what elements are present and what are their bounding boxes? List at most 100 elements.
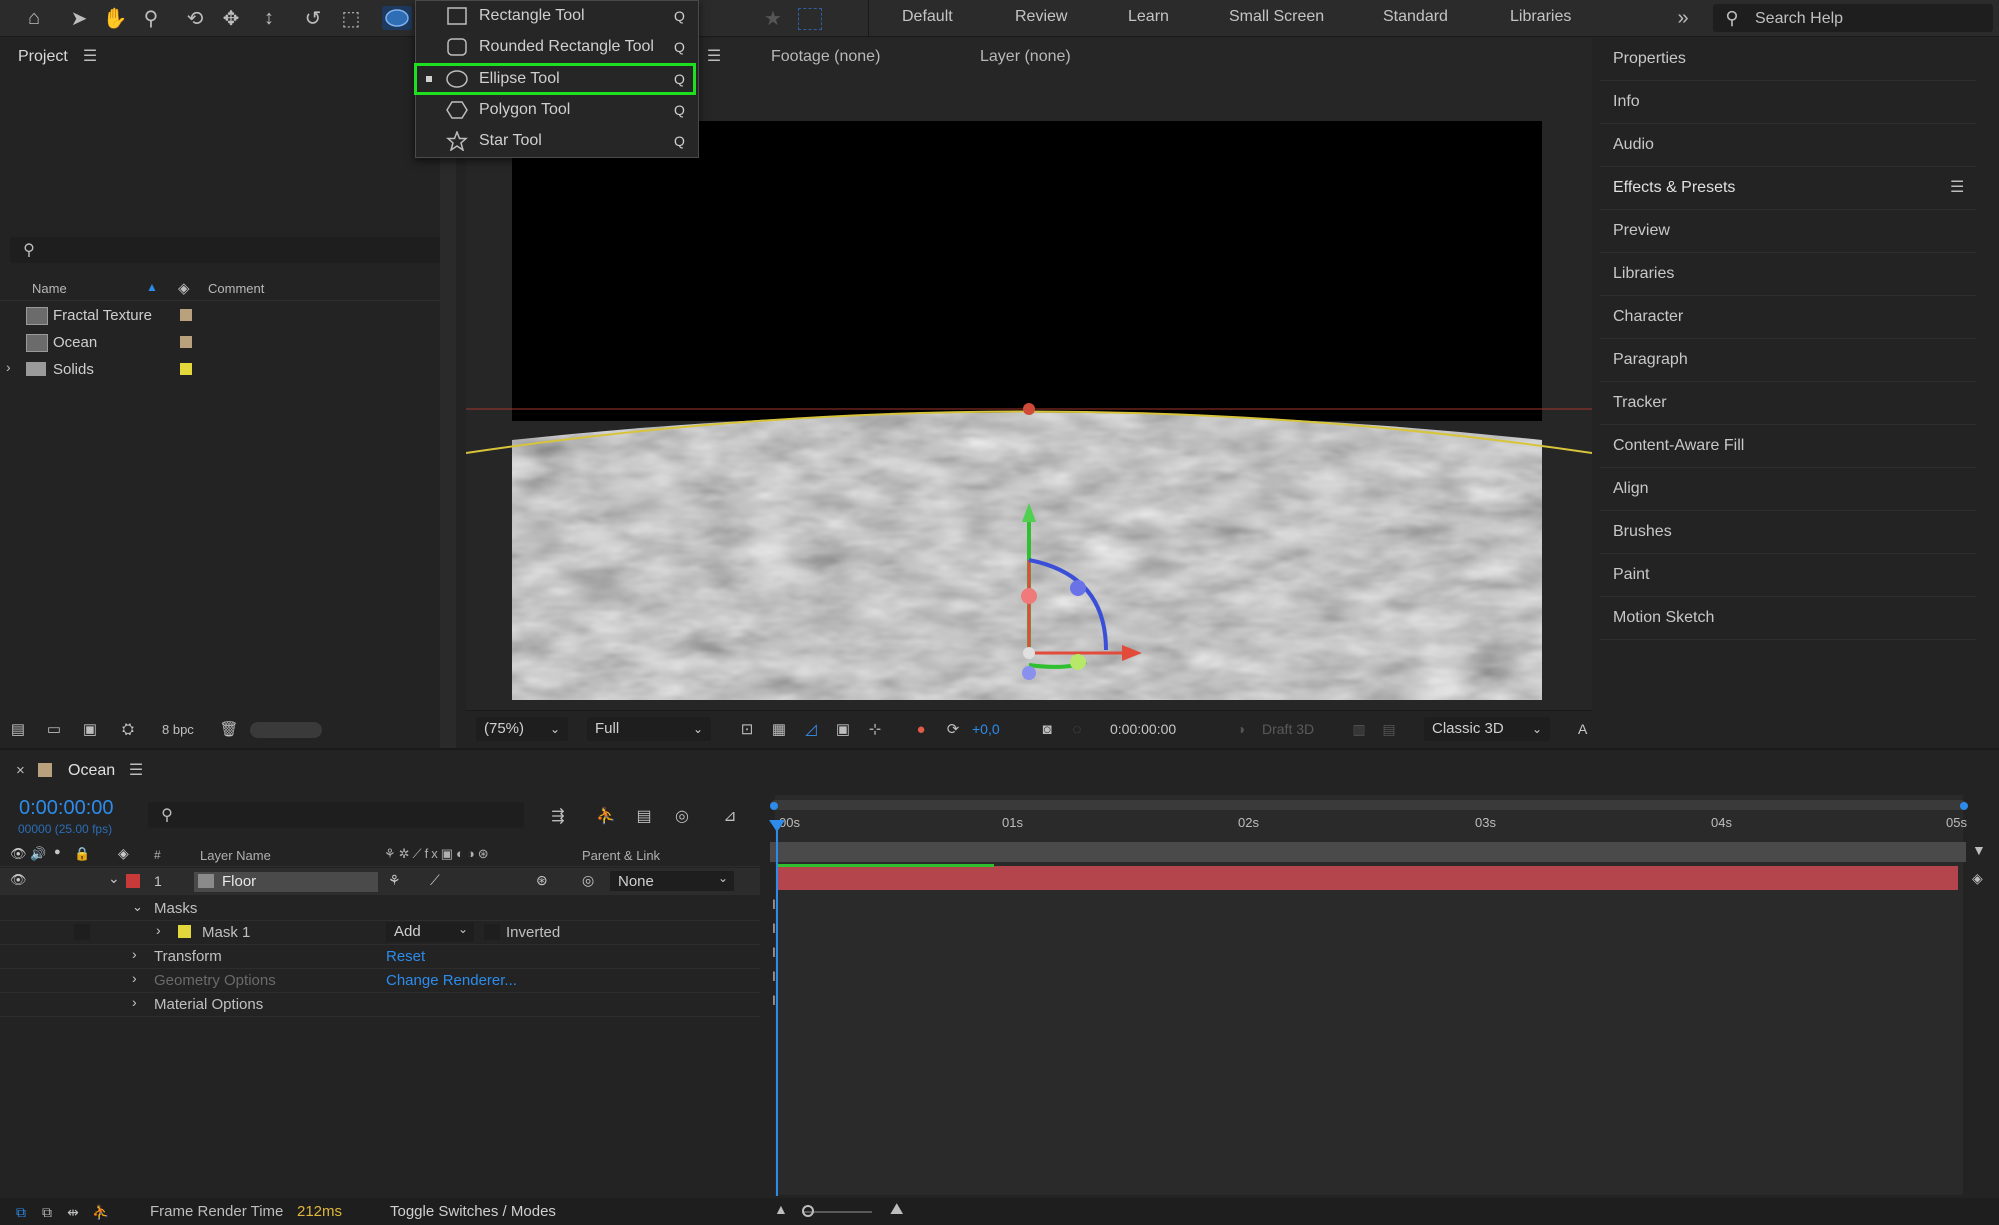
orbit-camera-icon[interactable]: ⟲ (182, 4, 208, 32)
panel-motion-sketch[interactable]: Motion Sketch (1600, 597, 1976, 640)
graph-editor-icon[interactable]: ⊿ (718, 804, 742, 828)
workspace-small-screen[interactable]: Small Screen (1229, 8, 1324, 26)
layer-tab[interactable]: Layer (none) (980, 48, 1071, 66)
zoom-tool-icon[interactable]: ⚲ (138, 4, 164, 32)
dolly-camera-icon[interactable]: ↕ (256, 4, 282, 32)
chevron-right-icon[interactable]: › (156, 922, 161, 938)
selection-tool-icon[interactable]: ➤ (66, 4, 92, 32)
timeline-search-input[interactable]: ⚲ (148, 802, 524, 828)
color-channels-icon[interactable]: ● (910, 718, 932, 740)
draft-3d-icon[interactable]: ◑ (1230, 718, 1252, 740)
snapping-icon[interactable] (798, 8, 822, 30)
pick-whip-icon[interactable]: ◎ (582, 872, 594, 889)
mask-lock-toggle[interactable] (74, 924, 90, 940)
chevron-down-icon[interactable]: ⌄ (132, 899, 143, 915)
switches-icons[interactable]: ⚘✲⟋fx▣◐◑⊛ (384, 846, 492, 862)
trash-icon[interactable]: 🗑 (218, 718, 240, 740)
layer-label-swatch[interactable] (126, 874, 140, 888)
label-tag-icon[interactable]: ◈ (118, 845, 129, 862)
panel-info[interactable]: Info (1600, 81, 1976, 124)
solo-icon[interactable]: ● (54, 846, 61, 858)
panel-properties[interactable]: Properties (1600, 38, 1976, 81)
chevron-down-icon[interactable]: ⌄ (108, 870, 120, 887)
resolution-dropdown[interactable]: Full ⌄ (587, 717, 711, 741)
mask-visibility-icon[interactable]: ◿ (800, 718, 822, 740)
layer-switches-icon[interactable]: ⧉ (10, 1201, 32, 1223)
work-area-end-handle[interactable] (1960, 802, 1968, 810)
work-area-range[interactable] (770, 842, 1966, 862)
panel-audio[interactable]: Audio (1600, 124, 1976, 167)
comp-marker-bin-icon[interactable]: ▼ (1972, 842, 1986, 858)
transform-row[interactable]: › Transform Reset (0, 944, 760, 969)
project-item-ocean[interactable]: Ocean (0, 329, 430, 355)
bit-depth-label[interactable]: 8 bpc (162, 722, 194, 737)
mask-1-name[interactable]: Mask 1 (202, 924, 250, 941)
panel-preview[interactable]: Preview (1600, 210, 1976, 253)
sort-ascending-icon[interactable]: ▲ (146, 280, 158, 294)
pan-camera-icon[interactable]: ✥ (218, 4, 244, 32)
menu-item-rounded-rectangle-tool[interactable]: Rounded Rectangle Tool Q (416, 32, 698, 63)
composition-flowchart-icon[interactable]: ⇶ (546, 804, 570, 828)
project-scrollbar[interactable] (440, 68, 456, 758)
panel-tracker[interactable]: Tracker (1600, 382, 1976, 425)
in-out-duration-icon[interactable]: ⇹ (62, 1201, 84, 1223)
toggle-switches-modes-button[interactable]: Toggle Switches / Modes (390, 1203, 556, 1220)
magnification-dropdown[interactable]: (75%) ⌄ (476, 717, 568, 741)
menu-item-polygon-tool[interactable]: Polygon Tool Q (416, 95, 698, 126)
shy-layers-icon[interactable]: ⛹ (594, 804, 618, 828)
work-area-start-handle[interactable] (770, 802, 778, 810)
panel-align[interactable]: Align (1600, 468, 1976, 511)
menu-item-rectangle-tool[interactable]: Rectangle Tool Q (416, 1, 698, 32)
chevron-right-icon[interactable]: › (6, 359, 11, 375)
fast-previews-icon[interactable]: ⊡ (736, 718, 758, 740)
column-name[interactable]: Name (32, 281, 67, 296)
interpret-footage-icon[interactable]: ▤ (6, 718, 30, 740)
mask-color-swatch[interactable] (178, 925, 191, 938)
zoom-in-icon[interactable]: ⛰ (890, 1201, 903, 1219)
mask-1-row[interactable]: › Mask 1 Add ⌄ Inverted (0, 920, 760, 945)
work-area-bar[interactable] (770, 800, 1966, 810)
more-workspaces-icon[interactable]: » (1670, 4, 1696, 32)
panel-content-aware-fill[interactable]: Content-Aware Fill (1600, 425, 1976, 468)
comp-button-icon[interactable]: ◈ (1972, 870, 1983, 887)
extended-viewer-icon[interactable]: ▥ (1348, 718, 1370, 740)
workspace-default[interactable]: Default (902, 8, 953, 26)
show-snapshot-icon[interactable]: ◌ (1066, 718, 1088, 740)
panel-menu-icon[interactable]: ☰ (704, 46, 724, 66)
masks-row[interactable]: ⌄ Masks (0, 896, 760, 921)
chevron-right-icon[interactable]: › (132, 994, 137, 1010)
menu-item-star-tool[interactable]: Star Tool Q (416, 126, 698, 157)
label-tag-icon[interactable]: ◈ (178, 279, 190, 297)
layer-visibility-icon[interactable]: 👁 (10, 872, 27, 888)
chevron-right-icon[interactable]: › (132, 970, 137, 986)
transparency-grid-icon[interactable]: ▦ (768, 718, 790, 740)
new-composition-icon[interactable]: ▣ (78, 718, 102, 740)
shy-switch-icon[interactable]: ⚘ (388, 872, 401, 889)
3d-layer-switch-icon[interactable]: ⊛ (536, 872, 548, 889)
search-help-field[interactable]: ⚲ Search Help (1713, 4, 1993, 32)
reset-exposure-icon[interactable]: ⟳ (942, 718, 964, 740)
workspace-libraries[interactable]: Libraries (1510, 8, 1571, 26)
workspace-review[interactable]: Review (1015, 8, 1067, 26)
composition-canvas[interactable] (512, 121, 1542, 421)
chevron-right-icon[interactable]: › (132, 946, 137, 962)
column-comment[interactable]: Comment (208, 281, 264, 296)
layer-duration-bar[interactable] (778, 866, 1958, 890)
current-time-indicator[interactable] (768, 818, 786, 1198)
panel-brushes[interactable]: Brushes (1600, 511, 1976, 554)
new-folder-icon[interactable]: ▭ (42, 718, 66, 740)
parent-dropdown[interactable]: None ⌄ (610, 871, 734, 891)
zoom-out-icon[interactable]: ▲ (774, 1201, 788, 1217)
ground-plane-icon[interactable]: ▤ (1378, 718, 1400, 740)
grid-guides-icon[interactable]: ⊹ (864, 718, 886, 740)
viewer-timecode[interactable]: 0:00:00:00 (1110, 721, 1176, 737)
shape-tool-button[interactable] (382, 6, 412, 30)
pan-behind-icon[interactable]: ⬚ (338, 4, 364, 32)
ocean-floor-render[interactable] (466, 390, 1592, 710)
workspace-standard[interactable]: Standard (1383, 8, 1448, 26)
render-time-icon[interactable]: ⛹ (90, 1201, 112, 1223)
change-renderer-link[interactable]: Change Renderer... (386, 972, 517, 989)
workspace-learn[interactable]: Learn (1128, 8, 1169, 26)
project-search-input[interactable]: ⚲ (10, 237, 450, 263)
timeline-timecode[interactable]: 0:00:00:00 (19, 797, 114, 820)
